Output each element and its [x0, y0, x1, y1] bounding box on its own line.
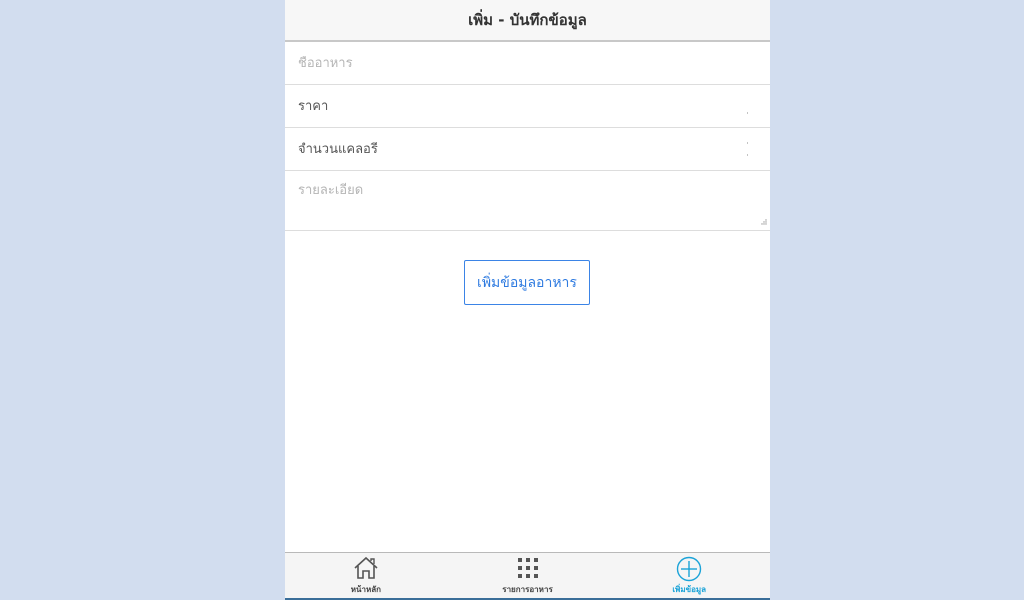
calories-spinner-up-icon[interactable]	[747, 142, 748, 144]
tab-add-data-label: เพิ่มข้อมูล	[672, 585, 707, 594]
plus-circle-icon	[676, 556, 702, 582]
detail-row	[285, 171, 770, 231]
tab-add-data[interactable]: เพิ่มข้อมูล	[608, 553, 770, 598]
price-spinner-icon[interactable]	[747, 112, 748, 114]
submit-area: เพิ่มข้อมูลอาหาร	[464, 260, 590, 305]
page-title: เพิ่ม - บันทึกข้อมูล	[468, 11, 587, 29]
resize-grip-icon[interactable]	[760, 218, 767, 225]
add-food-button[interactable]: เพิ่มข้อมูลอาหาร	[464, 260, 590, 305]
detail-textarea[interactable]	[298, 179, 738, 223]
price-input[interactable]	[298, 98, 718, 114]
calories-input[interactable]	[298, 141, 718, 157]
calories-row	[285, 128, 770, 171]
price-row	[285, 85, 770, 128]
calories-spinner-down-icon[interactable]	[747, 154, 748, 156]
food-name-row	[285, 42, 770, 85]
food-name-input[interactable]	[298, 55, 718, 71]
grid-icon	[517, 558, 538, 578]
home-icon	[354, 556, 378, 579]
tab-food-list-label: รายการอาหาร	[502, 585, 553, 594]
tab-food-list[interactable]: รายการอาหาร	[447, 553, 609, 598]
header-bar: เพิ่ม - บันทึกข้อมูล	[285, 0, 770, 42]
app-screen: เพิ่ม - บันทึกข้อมูล เพิ่มข้อมูลอาหาร	[285, 0, 770, 600]
bottom-tab-bar: หน้าหลัก รายการอาหาร เพิ่มข้อมูล	[285, 552, 770, 600]
tab-home[interactable]: หน้าหลัก	[285, 553, 447, 598]
tab-home-label: หน้าหลัก	[350, 585, 381, 594]
